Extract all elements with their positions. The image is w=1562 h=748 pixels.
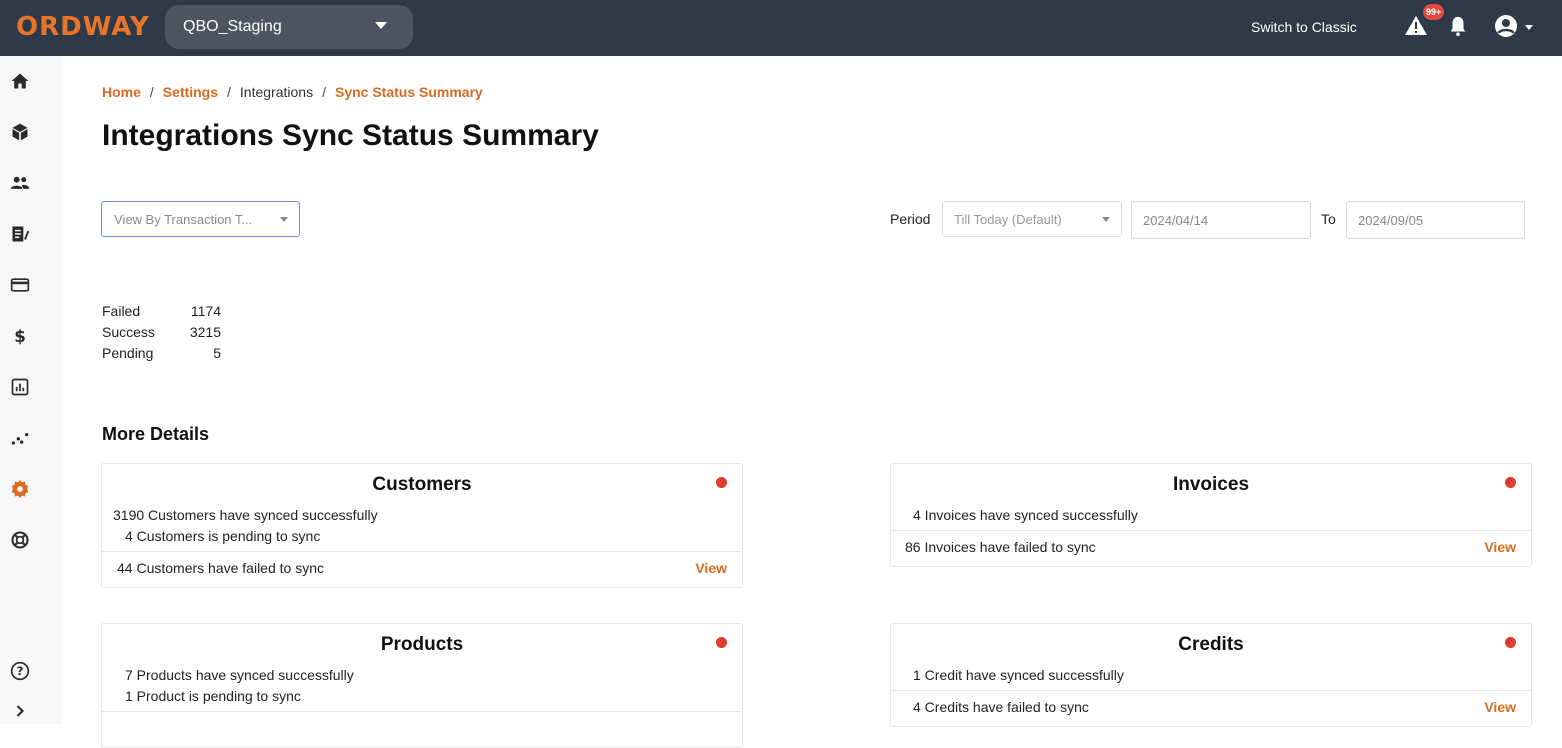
svg-text:?: ?: [17, 664, 24, 678]
status-dot-icon: [716, 637, 727, 648]
credits-view-link[interactable]: View: [1484, 699, 1516, 715]
card-divider: [102, 551, 742, 552]
sync-summary: Failed 1174 Success 3215 Pending 5: [102, 300, 221, 363]
status-dot-icon: [1505, 477, 1516, 488]
breadcrumb-separator: /: [322, 84, 326, 100]
more-details-heading: More Details: [102, 424, 210, 444]
period-select-value: Till Today (Default): [954, 211, 1062, 227]
view-by-placeholder: View By Transaction T...: [114, 211, 253, 227]
caret-down-icon: [375, 22, 387, 29]
user-menu-caret-icon[interactable]: [1525, 25, 1533, 30]
summary-row-success: Success 3215: [102, 321, 221, 342]
switch-to-classic-link[interactable]: Switch to Classic: [1251, 19, 1357, 35]
alert-count-badge: 99+: [1423, 4, 1445, 20]
card-divider: [102, 711, 742, 712]
breadcrumb-separator: /: [227, 84, 231, 100]
products-synced-text: 7 Products have synced successfully: [125, 667, 354, 683]
breadcrumb: Home / Settings / Integrations / Sync St…: [102, 84, 483, 100]
environment-select[interactable]: QBO_Staging: [165, 5, 413, 49]
breadcrumb-home-link[interactable]: Home: [102, 84, 141, 100]
date-from-input[interactable]: 2024/04/14: [1131, 201, 1311, 239]
summary-label: Failed: [102, 302, 141, 319]
page-title: Integrations Sync Status Summary: [102, 119, 599, 152]
products-pending-text: 1 Product is pending to sync: [125, 688, 301, 704]
nav-analytics-scatter-icon[interactable]: [9, 427, 31, 449]
invoices-card: Invoices 4 Invoices have synced successf…: [890, 463, 1532, 567]
status-dot-icon: [716, 477, 727, 488]
nav-billing-document-icon[interactable]: [9, 223, 31, 245]
breadcrumb-separator: /: [149, 84, 154, 100]
top-bar: ORDWAY QBO_Staging Switch to Classic 99+: [0, 0, 1562, 56]
nav-expand-chevron-icon[interactable]: [9, 700, 31, 722]
summary-label: Success: [102, 323, 155, 340]
customers-view-link[interactable]: View: [695, 560, 727, 576]
products-card: Products 7 Products have synced successf…: [101, 623, 743, 748]
breadcrumb-current-link[interactable]: Sync Status Summary: [335, 84, 483, 100]
credits-synced-text: 1 Credit have synced successfully: [913, 667, 1124, 683]
card-divider: [891, 690, 1531, 691]
period-select[interactable]: Till Today (Default): [942, 201, 1122, 237]
nav-customers-users-icon[interactable]: [9, 172, 31, 194]
svg-text:$: $: [14, 327, 26, 346]
invoices-failed-text: 86 Invoices have failed to sync: [905, 539, 1096, 555]
card-title: Invoices: [1172, 474, 1250, 495]
customers-pending-text: 4 Customers is pending to sync: [125, 528, 321, 544]
nav-revenue-dollar-icon[interactable]: $: [9, 325, 31, 347]
credits-card: Credits 1 Credit have synced successfull…: [890, 623, 1532, 727]
nav-payments-card-icon[interactable]: [9, 274, 31, 296]
period-label: Period: [890, 211, 931, 227]
card-divider: [891, 530, 1531, 531]
breadcrumb-integrations: Integrations: [239, 84, 314, 100]
customers-synced-text: 3190 Customers have synced successfully: [113, 507, 378, 523]
nav-reports-chart-icon[interactable]: [9, 376, 31, 398]
bell-icon[interactable]: [1447, 14, 1469, 38]
customers-card: Customers 3190 Customers have synced suc…: [101, 463, 743, 588]
customers-failed-text: 44 Customers have failed to sync: [117, 560, 324, 576]
caret-down-icon: [1102, 217, 1110, 222]
environment-select-value: QBO_Staging: [183, 18, 282, 35]
view-by-transaction-select[interactable]: View By Transaction T...: [101, 201, 300, 237]
nav-settings-gear-icon[interactable]: [9, 478, 31, 500]
invoices-synced-text: 4 Invoices have synced successfully: [913, 507, 1138, 523]
nav-products-box-icon[interactable]: [9, 121, 31, 143]
card-title: Credits: [1178, 634, 1244, 655]
card-title: Customers: [372, 474, 472, 495]
nav-support-lifebuoy-icon[interactable]: [9, 529, 31, 551]
invoices-view-link[interactable]: View: [1484, 539, 1516, 555]
card-title: Products: [380, 634, 464, 655]
user-account-icon[interactable]: [1494, 14, 1518, 38]
to-label: To: [1321, 211, 1336, 227]
caret-down-icon: [280, 217, 288, 222]
side-nav: $ ?: [0, 56, 62, 724]
summary-row-pending: Pending 5: [102, 342, 221, 363]
status-dot-icon: [1505, 637, 1516, 648]
ordway-logo[interactable]: ORDWAY: [16, 12, 150, 42]
summary-row-failed: Failed 1174: [102, 300, 221, 321]
credits-failed-text: 4 Credits have failed to sync: [913, 699, 1089, 715]
breadcrumb-settings-link[interactable]: Settings: [163, 84, 218, 100]
nav-help-question-icon[interactable]: ?: [9, 660, 31, 682]
summary-value: 3215: [189, 323, 221, 340]
summary-value: 1174: [190, 302, 221, 319]
nav-home-icon[interactable]: [9, 70, 31, 92]
date-to-input[interactable]: 2024/09/05: [1346, 201, 1525, 239]
summary-label: Pending: [102, 344, 154, 361]
summary-value: 5: [213, 344, 221, 361]
